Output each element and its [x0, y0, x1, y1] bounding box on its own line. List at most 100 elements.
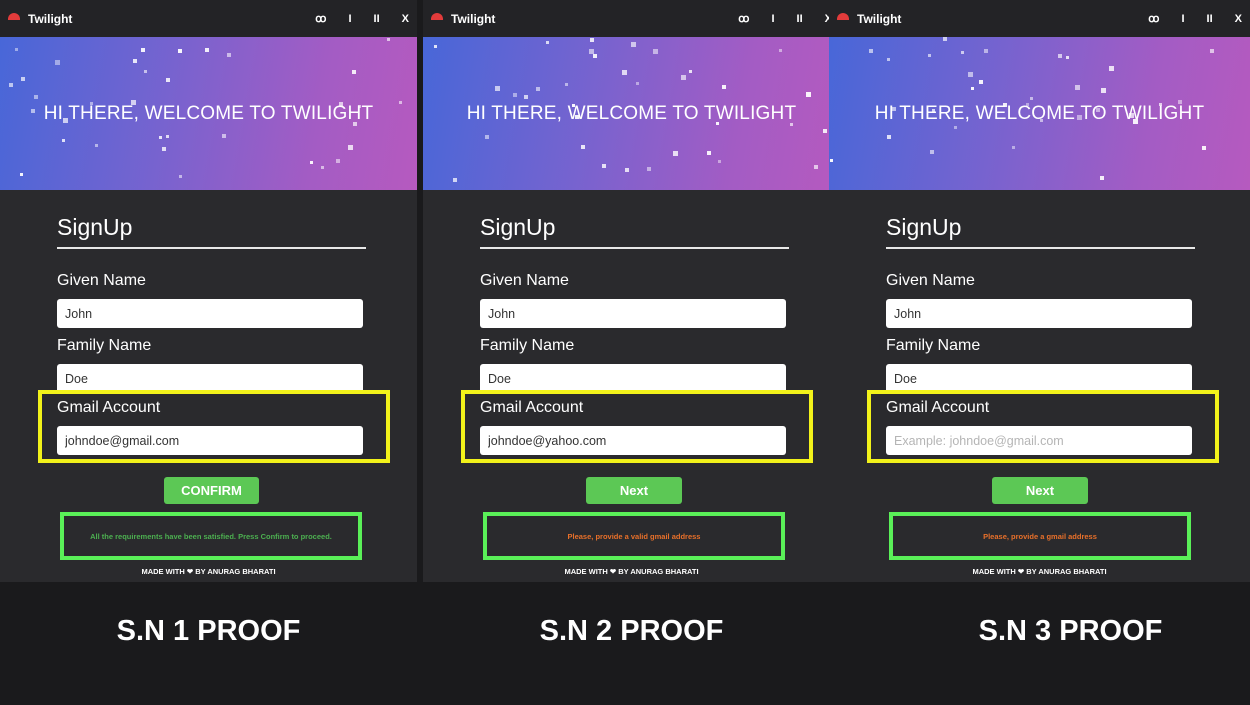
star-dot	[722, 85, 726, 89]
star-dot	[453, 178, 457, 182]
gmail-input[interactable]	[57, 426, 363, 455]
gmail-input[interactable]	[480, 426, 786, 455]
star-dot	[653, 49, 658, 54]
next-button[interactable]: Next	[586, 477, 682, 504]
footer-credit: MADE WITH ❤ BY ANURAG BHARATI	[141, 567, 276, 576]
app-window-3: Twilight ꝏ I II X HI THERE, WELCOME TO T…	[829, 0, 1250, 582]
star-dot	[971, 87, 974, 90]
maximize-button[interactable]: II	[374, 13, 380, 25]
star-dot	[1030, 97, 1033, 100]
minimize-button[interactable]: I	[1181, 13, 1184, 25]
gmail-label: Gmail Account	[886, 399, 990, 416]
star-dot	[943, 37, 947, 41]
star-dot	[141, 48, 145, 52]
footer-credit: MADE WITH ❤ BY ANURAG BHARATI	[564, 567, 699, 576]
star-dot	[1109, 66, 1114, 71]
star-dot	[55, 60, 60, 65]
star-dot	[869, 49, 873, 53]
message-highlight-box: Please, provide a valid gmail address	[483, 512, 785, 560]
star-dot	[565, 83, 568, 86]
star-dot	[589, 49, 594, 54]
family-name-input[interactable]	[480, 364, 786, 393]
signup-form: SignUp Given Name Family Name Gmail Acco…	[829, 190, 1250, 582]
star-dot	[485, 135, 489, 139]
star-dot	[961, 51, 964, 54]
star-dot	[21, 77, 25, 81]
signup-form: SignUp Given Name Family Name Gmail Acco…	[423, 190, 840, 582]
given-name-label: Given Name	[480, 272, 569, 289]
star-dot	[718, 160, 721, 163]
family-name-input[interactable]	[886, 364, 1192, 393]
twilight-logo-icon	[8, 13, 20, 20]
account-icon[interactable]: ꝏ	[1148, 12, 1159, 25]
star-dot	[930, 150, 934, 154]
star-dot	[1101, 88, 1106, 93]
minimize-button[interactable]: I	[348, 13, 351, 25]
star-dot	[887, 58, 890, 61]
given-name-label: Given Name	[57, 272, 146, 289]
signup-form: SignUp Given Name Family Name Gmail Acco…	[0, 190, 417, 582]
star-dot	[179, 175, 182, 178]
validation-message: Please, provide a gmail address	[983, 531, 1097, 541]
maximize-button[interactable]: II	[797, 13, 803, 25]
given-name-input[interactable]	[886, 299, 1192, 328]
star-dot	[887, 135, 891, 139]
account-icon[interactable]: ꝏ	[738, 12, 749, 25]
star-dot	[159, 136, 162, 139]
star-dot	[434, 45, 437, 48]
hero-banner: HI THERE, WELCOME TO TWILIGHT	[829, 37, 1250, 190]
star-dot	[178, 49, 182, 53]
star-dot	[34, 95, 38, 99]
close-button[interactable]: X	[402, 13, 409, 25]
star-dot	[673, 151, 678, 156]
star-dot	[806, 92, 811, 97]
account-icon[interactable]: ꝏ	[315, 12, 326, 25]
star-dot	[590, 38, 594, 42]
hero-banner: HI THERE, WELCOME TO TWILIGHT	[0, 37, 417, 190]
gmail-label: Gmail Account	[57, 399, 161, 416]
star-dot	[310, 161, 313, 164]
family-name-input[interactable]	[57, 364, 363, 393]
star-dot	[166, 135, 169, 138]
star-dot	[9, 83, 13, 87]
next-button[interactable]: Next	[992, 477, 1088, 504]
star-dot	[979, 80, 983, 84]
star-dot	[1210, 49, 1214, 53]
star-dot	[513, 93, 517, 97]
twilight-logo-icon	[431, 13, 443, 20]
star-dot	[593, 54, 597, 58]
star-dot	[1012, 146, 1015, 149]
form-heading: SignUp	[57, 214, 366, 249]
star-dot	[602, 164, 606, 168]
star-dot	[1075, 85, 1080, 90]
twilight-logo-icon	[837, 13, 849, 20]
star-dot	[1058, 54, 1062, 58]
star-dot	[823, 129, 827, 133]
proof-collage: Twilight ꝏ I II X HI THERE, WELCOME TO T…	[0, 0, 1250, 705]
star-dot	[830, 159, 833, 162]
gmail-label: Gmail Account	[480, 399, 584, 416]
gmail-input[interactable]	[886, 426, 1192, 455]
proof-caption-1: S.N 1 PROOF	[116, 615, 301, 647]
star-dot	[399, 101, 402, 104]
star-dot	[631, 42, 636, 47]
star-dot	[707, 151, 711, 155]
star-dot	[928, 54, 931, 57]
close-button[interactable]: X	[1235, 13, 1242, 25]
minimize-button[interactable]: I	[771, 13, 774, 25]
star-dot	[162, 147, 166, 151]
star-dot	[1202, 146, 1206, 150]
confirm-button[interactable]: CONFIRM	[164, 477, 259, 504]
proof-caption-2: S.N 2 PROOF	[539, 615, 724, 647]
star-dot	[205, 48, 209, 52]
star-dot	[536, 87, 540, 91]
given-name-input[interactable]	[57, 299, 363, 328]
given-name-input[interactable]	[480, 299, 786, 328]
family-name-label: Family Name	[57, 337, 152, 354]
form-heading: SignUp	[886, 214, 1195, 249]
star-dot	[62, 139, 65, 142]
message-highlight-box: Please, provide a gmail address	[889, 512, 1191, 560]
maximize-button[interactable]: II	[1207, 13, 1213, 25]
star-dot	[144, 70, 147, 73]
app-window-2: Twilight ꝏ I II X HI THERE, WELCOME TO T…	[423, 0, 840, 582]
